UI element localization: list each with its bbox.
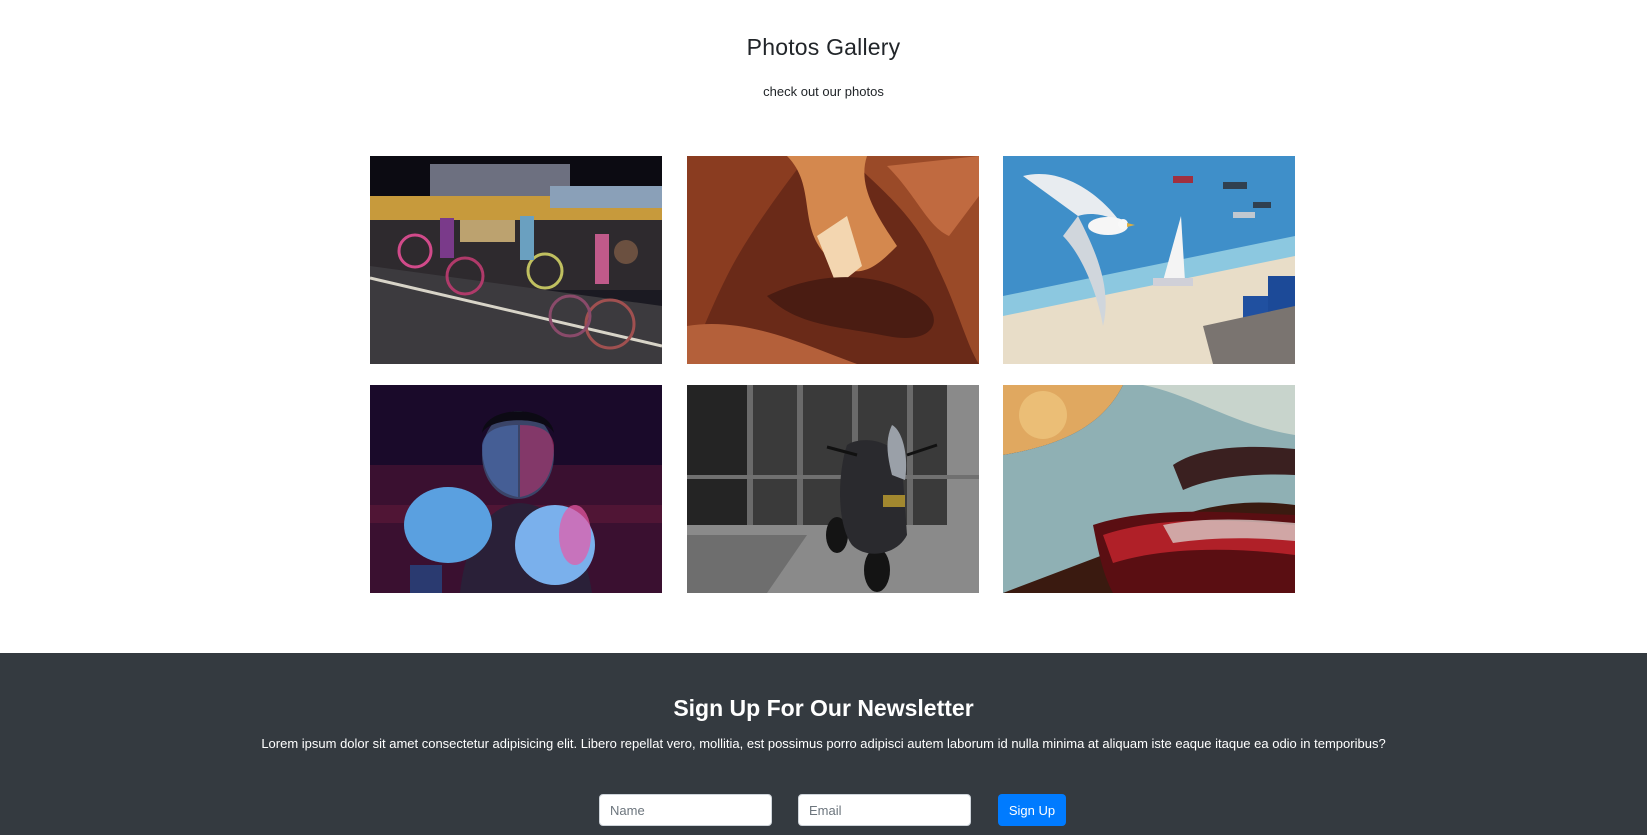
name-input[interactable]	[599, 794, 772, 826]
seagull-beach-photo[interactable]	[1003, 156, 1295, 364]
canyon-photo[interactable]	[687, 156, 979, 364]
gallery-subtitle: check out our photos	[763, 84, 884, 99]
car-taillight-photo[interactable]	[1003, 385, 1295, 593]
newsletter-title: Sign Up For Our Newsletter	[673, 695, 974, 721]
boxer-photo[interactable]	[370, 385, 662, 593]
sign-up-button[interactable]: Sign Up	[998, 794, 1066, 826]
newsletter-section: Sign Up For Our Newsletter Lorem ipsum d…	[0, 653, 1647, 835]
email-input[interactable]	[798, 794, 971, 826]
night-cyclists-photo[interactable]	[370, 156, 662, 364]
motorcycle-photo[interactable]	[687, 385, 979, 593]
newsletter-text: Lorem ipsum dolor sit amet consectetur a…	[261, 736, 1386, 751]
gallery-title: Photos Gallery	[746, 34, 901, 60]
